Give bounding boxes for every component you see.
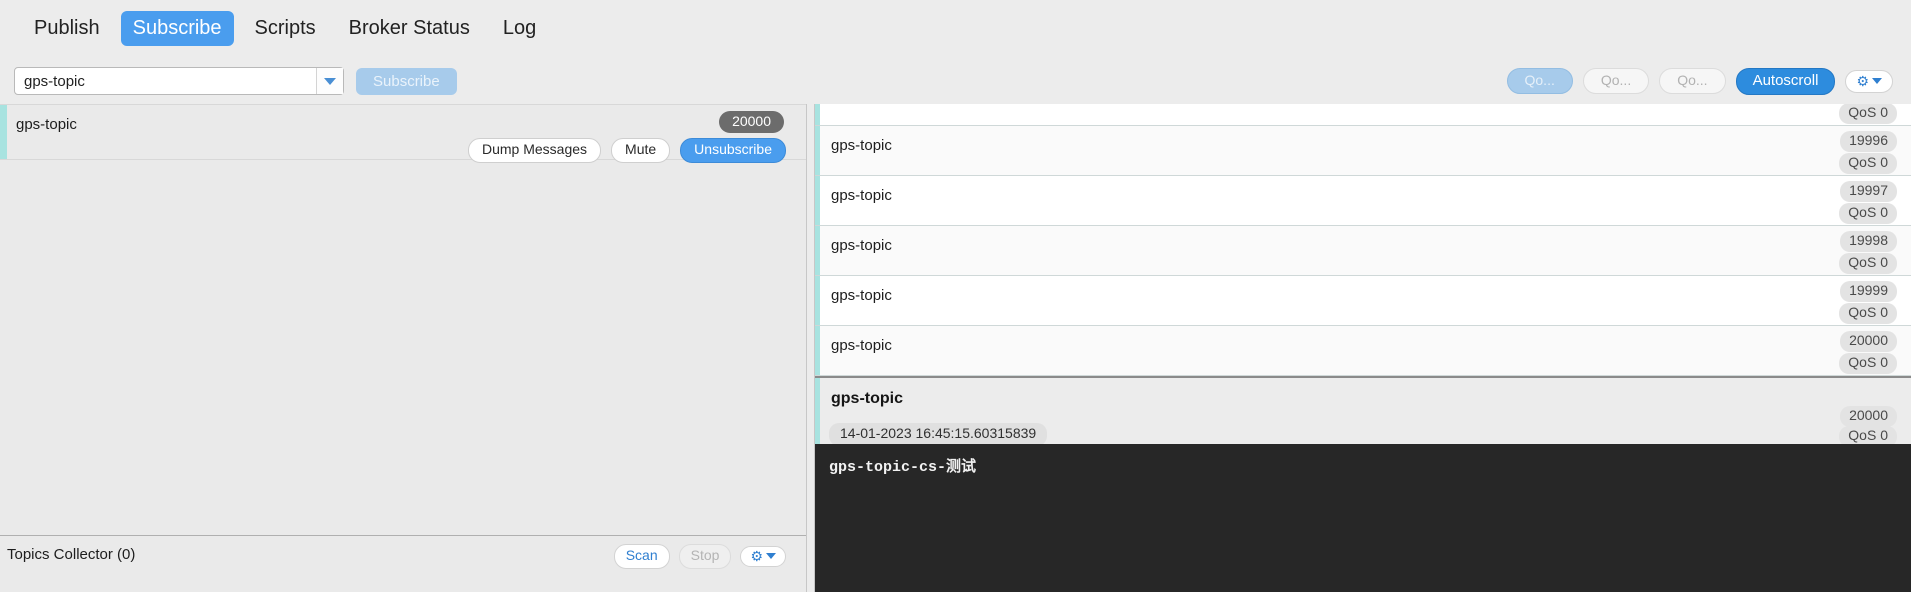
topic-input[interactable]: gps-topic (15, 74, 316, 89)
message-topic: gps-topic (831, 287, 892, 304)
topics-collector-label: Topics Collector (0) (7, 546, 136, 563)
message-accent-bar (815, 126, 820, 175)
message-topic: gps-topic (831, 237, 892, 254)
message-index-badge: 19998 (1840, 231, 1897, 252)
message-topic: gps-topic (831, 187, 892, 204)
dump-messages-button[interactable]: Dump Messages (468, 138, 602, 163)
qos0-filter-button[interactable]: Qo... (1506, 68, 1573, 94)
messages-list[interactable]: QoS 0 gps-topic 19996 QoS 0 gps-topic 19… (815, 104, 1911, 592)
qos1-filter-button[interactable]: Qo... (1582, 68, 1650, 94)
subscription-topic-label: gps-topic (16, 116, 77, 133)
message-topic: gps-topic (831, 137, 892, 154)
message-accent-bar (815, 226, 820, 275)
message-row[interactable]: gps-topic 19996 QoS 0 (815, 126, 1911, 176)
message-qos-badge: QoS 0 (1839, 203, 1897, 224)
message-qos-badge: QoS 0 (1839, 104, 1897, 124)
message-row[interactable]: gps-topic 19998 QoS 0 (815, 226, 1911, 276)
message-accent-bar (815, 326, 820, 375)
topics-collector-actions: Scan Stop ⚙ (613, 544, 786, 569)
tab-broker-status[interactable]: Broker Status (337, 11, 482, 46)
subscriptions-empty-area (0, 160, 806, 491)
autoscroll-button[interactable]: Autoscroll (1735, 67, 1836, 95)
message-qos-badge: QoS 0 (1839, 153, 1897, 174)
stop-button[interactable]: Stop (678, 544, 732, 569)
message-qos-badge: QoS 0 (1839, 353, 1897, 374)
message-topic: gps-topic (831, 337, 892, 354)
mute-button[interactable]: Mute (611, 138, 671, 163)
topic-combobox[interactable]: gps-topic (14, 67, 344, 95)
collector-settings-button[interactable]: ⚙ (740, 545, 786, 567)
messages-settings-button[interactable]: ⚙ (1845, 69, 1893, 93)
subscription-item[interactable]: gps-topic 20000 Dump Messages Mute Unsub… (0, 105, 806, 163)
detail-index-badge: 20000 (1840, 406, 1897, 427)
detail-timestamp-badge: 14-01-2023 16:45:15.60315839 (829, 423, 1048, 446)
gear-icon: ⚙ (750, 547, 763, 564)
scan-button[interactable]: Scan (613, 544, 670, 569)
chevron-down-icon[interactable] (316, 68, 343, 94)
tab-subscribe[interactable]: Subscribe (120, 11, 234, 46)
qos2-filter-button[interactable]: Qo... (1659, 68, 1726, 94)
messages-toolbar: Qo... Qo... Qo... Autoscroll ⚙ (815, 58, 1911, 104)
subscription-accent-bar (0, 105, 7, 159)
panel-splitter[interactable] (806, 104, 815, 592)
unsubscribe-button[interactable]: Unsubscribe (680, 138, 786, 163)
tab-scripts[interactable]: Scripts (243, 11, 328, 46)
message-qos-badge: QoS 0 (1839, 303, 1897, 324)
message-detail-header: gps-topic 20000 14-01-2023 16:45:15.6031… (815, 378, 1911, 447)
message-index-badge: 19996 (1840, 131, 1897, 152)
subscriptions-panel: gps-topic 20000 Dump Messages Mute Unsub… (0, 104, 806, 592)
gear-icon: ⚙ (1856, 72, 1869, 89)
payload-text: gps-topic-cs-测试 (829, 459, 977, 476)
message-detail-panel: gps-topic 20000 14-01-2023 16:45:15.6031… (815, 376, 1911, 592)
message-index-badge: 19997 (1840, 181, 1897, 202)
message-accent-bar (815, 104, 820, 125)
message-row[interactable]: gps-topic 20000 QoS 0 (815, 326, 1911, 376)
topics-collector-bar: Topics Collector (0) Scan Stop ⚙ (0, 535, 806, 592)
subscription-count-badge: 20000 (719, 111, 784, 133)
subscription-action-buttons: Dump Messages Mute Unsubscribe (468, 138, 786, 163)
message-row[interactable]: gps-topic 19999 QoS 0 (815, 276, 1911, 326)
message-row[interactable]: gps-topic 19997 QoS 0 (815, 176, 1911, 226)
message-accent-bar (815, 176, 820, 225)
caret-down-icon (1872, 77, 1882, 84)
message-accent-bar (815, 276, 820, 325)
message-qos-badge: QoS 0 (1839, 253, 1897, 274)
detail-topic-label: gps-topic (831, 390, 903, 407)
subscribe-button[interactable]: Subscribe (356, 67, 457, 95)
message-payload-view[interactable]: gps-topic-cs-测试 CSDN @weixin_39393393 (815, 444, 1911, 592)
caret-down-icon (766, 552, 776, 559)
message-row-partial[interactable]: QoS 0 (815, 104, 1911, 126)
tab-log[interactable]: Log (491, 11, 548, 46)
message-index-badge: 19999 (1840, 281, 1897, 302)
tab-publish[interactable]: Publish (22, 11, 112, 46)
top-navigation-bar: Publish Subscribe Scripts Broker Status … (0, 0, 1911, 58)
message-index-badge: 20000 (1840, 331, 1897, 352)
